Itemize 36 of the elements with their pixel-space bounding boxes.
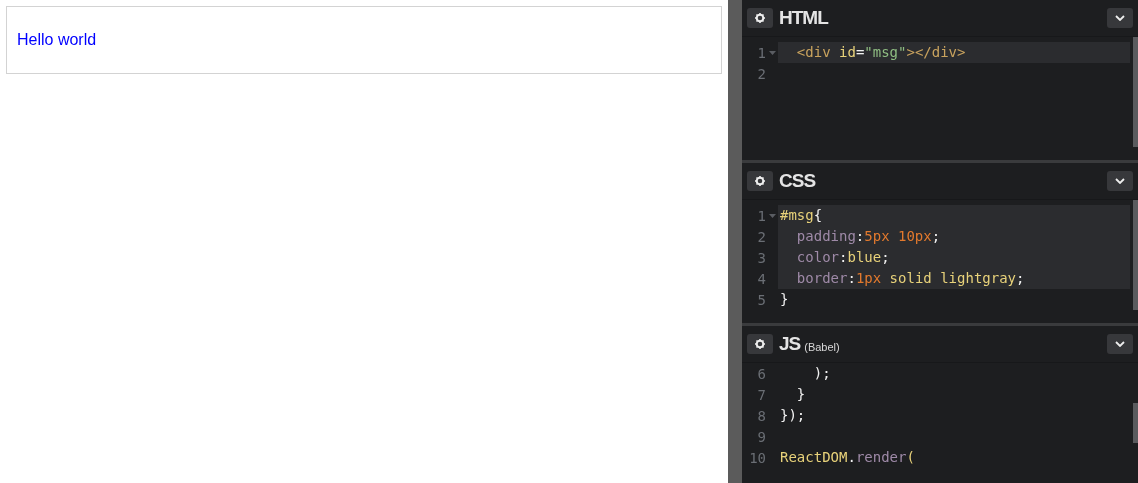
- line-number: 9: [756, 428, 766, 445]
- collapse-button[interactable]: [1107, 171, 1133, 191]
- panel-title: JS: [779, 333, 801, 355]
- chevron-down-icon: [1115, 178, 1125, 184]
- line-number: 1: [756, 44, 766, 61]
- settings-button[interactable]: [747, 8, 773, 28]
- fold-caret-icon[interactable]: [768, 50, 776, 55]
- code-line: });: [779, 406, 807, 425]
- panel-subtitle: (Babel): [804, 341, 840, 353]
- settings-button[interactable]: [747, 334, 773, 354]
- line-number: 2: [756, 228, 766, 245]
- collapse-button[interactable]: [1107, 8, 1133, 28]
- fold-caret-icon[interactable]: [768, 213, 776, 218]
- line-number: 5: [756, 291, 766, 308]
- gear-icon: [755, 176, 765, 186]
- code-line: );: [812, 364, 832, 383]
- collapse-button[interactable]: [1107, 334, 1133, 354]
- code-line: }: [795, 385, 807, 404]
- panel-title: CSS: [779, 170, 816, 192]
- code-line: ReactDOM.render(: [779, 448, 916, 467]
- code-line: }: [779, 290, 790, 309]
- line-number: 2: [756, 65, 766, 82]
- gear-icon: [755, 339, 765, 349]
- gear-icon: [755, 13, 765, 23]
- chevron-down-icon: [1115, 341, 1125, 347]
- settings-button[interactable]: [747, 171, 773, 191]
- line-number: 10: [748, 449, 766, 466]
- panel-title: HTML: [779, 7, 828, 29]
- line-number: 7: [756, 386, 766, 403]
- line-number: 4: [756, 270, 766, 287]
- line-number: 3: [756, 249, 766, 266]
- chevron-down-icon: [1115, 15, 1125, 21]
- line-number: 8: [756, 407, 766, 424]
- line-number: 1: [756, 207, 766, 224]
- hello-message: Hello world: [6, 6, 722, 74]
- line-number: 6: [756, 365, 766, 382]
